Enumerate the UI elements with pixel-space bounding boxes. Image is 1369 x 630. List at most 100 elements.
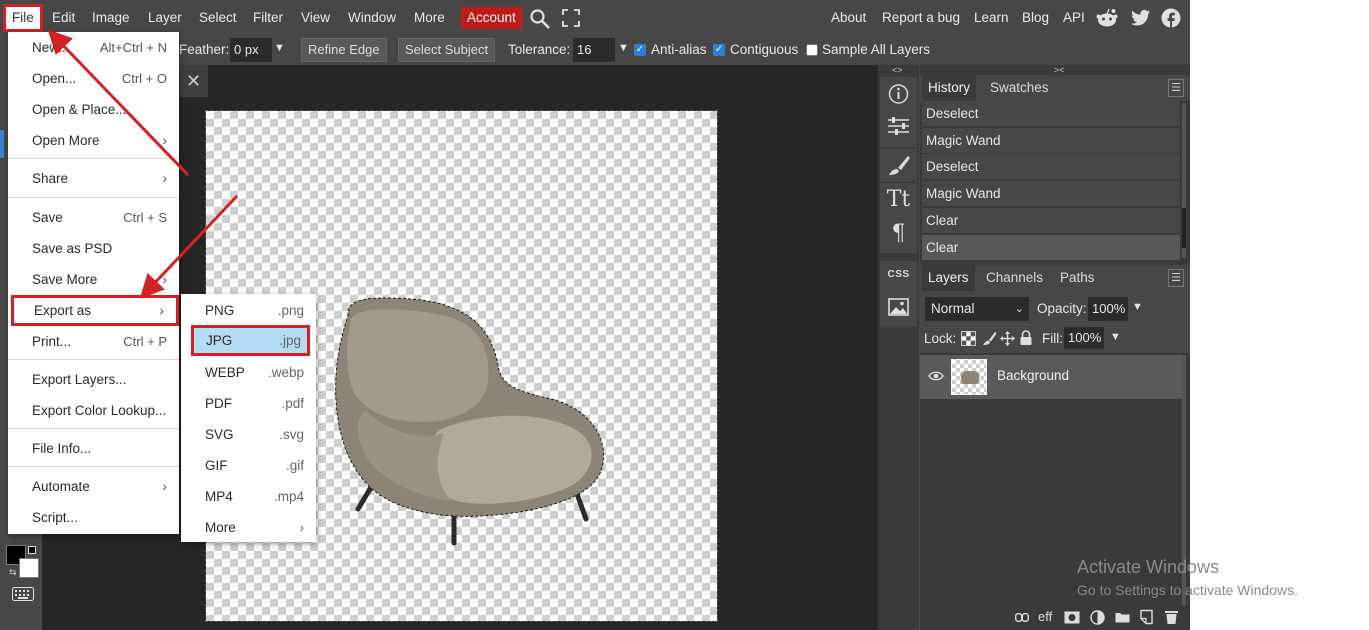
- search-icon[interactable]: [529, 8, 551, 30]
- menu-item-script[interactable]: Script...: [8, 502, 179, 533]
- link-layers-icon[interactable]: [1015, 613, 1029, 622]
- layer-effects-icon[interactable]: eff: [1038, 609, 1052, 624]
- link-about[interactable]: About: [831, 7, 866, 29]
- feather-dropdown-icon[interactable]: ▼: [274, 42, 285, 54]
- menu-item-save-psd[interactable]: Save as PSD: [8, 233, 179, 264]
- new-group-icon[interactable]: [1115, 611, 1130, 623]
- history-item[interactable]: Deselect: [922, 101, 1180, 127]
- history-item[interactable]: Magic Wand: [922, 181, 1180, 207]
- info-icon[interactable]: [880, 83, 917, 105]
- anti-alias-checkbox[interactable]: ✓: [634, 44, 646, 56]
- link-blog[interactable]: Blog: [1022, 7, 1049, 29]
- fill-input[interactable]: 100%: [1064, 327, 1104, 349]
- export-jpg[interactable]: JPG .jpg: [191, 325, 310, 356]
- menu-layer[interactable]: Layer: [142, 7, 188, 29]
- menu-select[interactable]: Select: [193, 7, 243, 29]
- delete-layer-icon[interactable]: [1164, 609, 1179, 625]
- lock-position-icon[interactable]: [1000, 331, 1015, 346]
- opacity-dropdown-icon[interactable]: ▼: [1132, 301, 1143, 313]
- twitter-icon[interactable]: [1131, 9, 1151, 27]
- sample-all-layers-checkbox[interactable]: [806, 44, 818, 56]
- layer-name[interactable]: Background: [997, 368, 1069, 383]
- lock-pixels-icon[interactable]: [982, 331, 997, 346]
- facebook-icon[interactable]: [1161, 8, 1181, 28]
- menu-window[interactable]: Window: [342, 7, 402, 29]
- tab-history[interactable]: History: [922, 75, 977, 101]
- document-tab[interactable]: ✕: [178, 65, 208, 97]
- lock-transparency-icon[interactable]: [961, 331, 976, 346]
- menu-filter[interactable]: Filter: [247, 7, 289, 29]
- link-api[interactable]: API: [1063, 7, 1085, 29]
- link-learn[interactable]: Learn: [974, 7, 1009, 29]
- tab-channels[interactable]: Channels: [980, 265, 1049, 291]
- blend-mode-select[interactable]: Normal ⌄: [925, 297, 1029, 321]
- menu-item-export-color-lookup[interactable]: Export Color Lookup...: [8, 395, 179, 426]
- history-item[interactable]: Magic Wand: [922, 128, 1180, 154]
- menu-item-save[interactable]: Save Ctrl + S: [8, 202, 179, 233]
- history-scrollbar[interactable]: [1182, 103, 1186, 258]
- css-icon[interactable]: CSS: [880, 269, 917, 280]
- menu-item-share[interactable]: Share ›: [8, 163, 179, 194]
- history-item[interactable]: Deselect: [922, 154, 1180, 180]
- export-mp4[interactable]: MP4 .mp4: [181, 481, 316, 512]
- history-item[interactable]: Clear: [922, 208, 1180, 234]
- swap-colors-icon[interactable]: ⇆: [9, 567, 17, 578]
- menu-item-export-layers[interactable]: Export Layers...: [8, 364, 179, 395]
- menu-file[interactable]: File: [3, 4, 43, 32]
- menu-view[interactable]: View: [295, 7, 336, 29]
- tolerance-dropdown-icon[interactable]: ▼: [618, 42, 629, 54]
- menu-image[interactable]: Image: [86, 7, 136, 29]
- adjustments-icon[interactable]: [880, 115, 917, 137]
- menu-item-new[interactable]: New... Alt+Ctrl + N: [8, 32, 179, 63]
- tolerance-input[interactable]: 16: [573, 38, 615, 62]
- menu-item-open-more[interactable]: Open More ›: [8, 125, 179, 156]
- history-item-selected[interactable]: Clear: [922, 235, 1180, 261]
- tab-paths[interactable]: Paths: [1054, 265, 1101, 291]
- history-panel-menu-icon[interactable]: ☰: [1168, 79, 1184, 97]
- menu-account[interactable]: Account: [461, 7, 522, 29]
- menu-edit[interactable]: Edit: [46, 7, 81, 29]
- layers-panel-menu-icon[interactable]: ☰: [1168, 269, 1184, 287]
- menu-item-file-info[interactable]: File Info...: [8, 433, 179, 464]
- export-pdf[interactable]: PDF .pdf: [181, 388, 316, 419]
- tab-swatches[interactable]: Swatches: [984, 75, 1055, 101]
- contiguous-checkbox[interactable]: ✓: [713, 44, 725, 56]
- menu-item-save-more[interactable]: Save More ›: [8, 264, 179, 295]
- menu-item-open[interactable]: Open... Ctrl + O: [8, 63, 179, 94]
- menu-item-export-as[interactable]: Export as ›: [11, 295, 179, 326]
- character-icon[interactable]: Tt: [880, 187, 917, 212]
- expand-icon[interactable]: ><: [1054, 65, 1065, 75]
- fullscreen-icon[interactable]: [562, 9, 580, 27]
- select-subject-button[interactable]: Select Subject: [398, 38, 496, 62]
- export-more[interactable]: More ›: [181, 512, 316, 543]
- tab-layers[interactable]: Layers: [922, 265, 975, 291]
- paragraph-icon[interactable]: ¶: [880, 221, 917, 246]
- menu-item-open-place[interactable]: Open & Place...: [8, 94, 179, 125]
- refine-edge-button[interactable]: Refine Edge: [301, 38, 387, 62]
- export-svg[interactable]: SVG .svg: [181, 419, 316, 450]
- close-document-icon[interactable]: ✕: [186, 71, 201, 92]
- collapse-icon[interactable]: <>: [892, 65, 903, 75]
- adjustment-layer-icon[interactable]: [1090, 610, 1105, 625]
- lock-all-icon[interactable]: [1019, 330, 1033, 346]
- export-gif[interactable]: GIF .gif: [181, 450, 316, 481]
- export-png[interactable]: PNG .png: [181, 295, 316, 326]
- background-color-swatch[interactable]: [19, 558, 39, 578]
- image-icon[interactable]: [880, 297, 917, 317]
- layer-row-background[interactable]: Background: [920, 355, 1182, 399]
- fill-dropdown-icon[interactable]: ▼: [1110, 331, 1121, 343]
- reddit-icon[interactable]: [1096, 8, 1118, 28]
- menu-more[interactable]: More: [408, 7, 451, 29]
- keyboard-icon[interactable]: [12, 587, 34, 601]
- brush-icon[interactable]: [880, 154, 917, 176]
- feather-input[interactable]: 0 px: [230, 38, 272, 62]
- export-webp[interactable]: WEBP .webp: [181, 357, 316, 388]
- eye-visibility-icon[interactable]: [928, 370, 944, 382]
- menu-item-automate[interactable]: Automate ›: [8, 471, 179, 502]
- link-report-bug[interactable]: Report a bug: [882, 7, 960, 29]
- default-colors-icon[interactable]: [28, 546, 36, 554]
- new-layer-icon[interactable]: [1139, 609, 1154, 625]
- layer-mask-icon[interactable]: [1064, 611, 1080, 624]
- opacity-input[interactable]: 100%: [1088, 297, 1128, 321]
- menu-item-print[interactable]: Print... Ctrl + P: [8, 326, 179, 357]
